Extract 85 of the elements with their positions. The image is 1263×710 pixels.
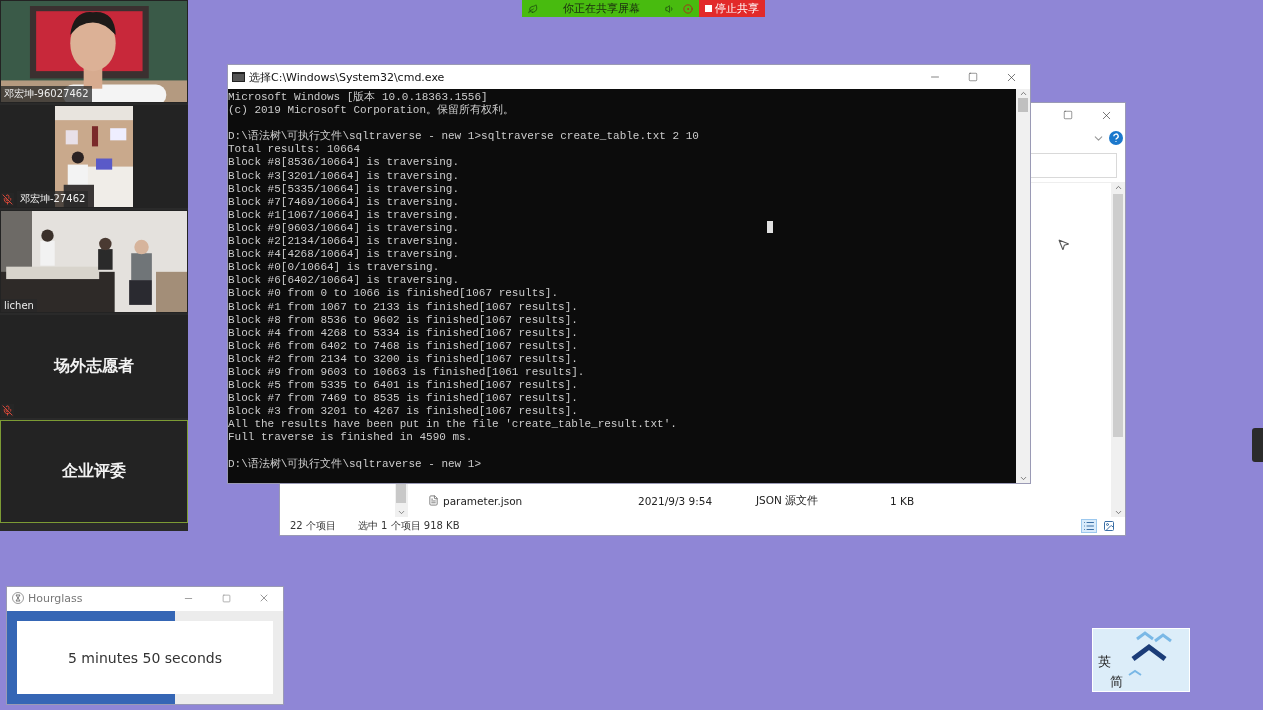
console-line: Block #1[1067/10664] is traversing. <box>228 208 460 222</box>
muted-mic-icon <box>2 405 13 416</box>
maximize-icon <box>1063 110 1073 120</box>
console-line: Block #9 from 9603 to 10663 is finished[1061 results]. <box>228 365 585 380</box>
console-line: Block #1 from 1067 to 2133 is finished[1067 results]. <box>228 300 578 314</box>
scrollbar[interactable] <box>395 483 407 517</box>
console-line: (c) 2019 Microsoft Corporation。保留所有权利。 <box>228 104 515 118</box>
stop-sharing-button[interactable]: 停止共享 <box>699 0 765 17</box>
console-line: Block #4 from 4268 to 5334 is finished[1067 results]. <box>228 326 578 340</box>
muted-mic-icon <box>2 193 13 205</box>
participant-tile[interactable]: 企业评委 <box>0 420 188 523</box>
scroll-thumb[interactable] <box>1113 194 1123 437</box>
console-line: Block #6[6402/10664] is traversing. <box>228 274 460 288</box>
participant-tile[interactable]: 邓宏坤-96027462 <box>0 0 188 103</box>
console-line: D:\语法树\可执行文件\sqltraverse - new 1> <box>228 457 482 471</box>
leaf-icon <box>528 3 538 14</box>
record-icon[interactable] <box>683 3 693 14</box>
help-icon[interactable] <box>1109 131 1123 145</box>
chevron-down-icon <box>396 508 406 517</box>
console-line: Block #7[7469/10664] is traversing. <box>228 195 460 209</box>
file-type: JSON 源文件 <box>756 493 820 508</box>
console-line: Block #3[3201/10664] is traversing. <box>228 169 460 183</box>
scroll-thumb[interactable] <box>1018 98 1028 112</box>
file-date: 2021/9/3 9:54 <box>638 494 714 507</box>
speaker-icon[interactable] <box>665 3 675 14</box>
input-mode: 英 <box>1098 653 1112 671</box>
console-line: Block #4[4268/10664] is traversing. <box>228 248 460 262</box>
console-line: Block #0[0/10664] is traversing. <box>228 261 440 275</box>
file-size: 1 KB <box>890 494 916 507</box>
console-line: All the results have been put in the file 'create_table_result.txt'. <box>228 418 677 432</box>
chevron-up-icon <box>1113 183 1123 192</box>
participant-name: 邓宏坤-27462 <box>17 191 89 207</box>
scrollbar[interactable] <box>1111 183 1125 517</box>
chevron-down-icon <box>1018 474 1028 483</box>
file-icon <box>428 495 439 506</box>
file-row[interactable]: parameter.json 2021/9/3 9:54 JSON 源文件 1 KB <box>408 492 1111 509</box>
participant-name: 企业评委 <box>62 461 126 482</box>
list-icon <box>1083 520 1095 532</box>
console-line: Block #0 from 0 to 1066 is finished[1067 results]. <box>228 287 559 301</box>
time-remaining: 5 minutes 50 seconds <box>68 649 222 666</box>
participant-tile[interactable]: 场外志愿者 <box>0 315 188 418</box>
console-line: Block #3 from 3201 to 4267 is finished[1067 results]. <box>228 405 578 419</box>
maximize-icon <box>968 72 978 82</box>
square-icon <box>705 5 712 12</box>
console-line: Block #5[5335/10664] is traversing. <box>228 182 460 196</box>
console-line: Microsoft Windows [版本 10.0.18363.1556] <box>228 91 488 104</box>
participant-name: 场外志愿者 <box>54 356 134 377</box>
console-line: Block #2[2134/10664] is traversing. <box>228 235 460 249</box>
participant-tile[interactable]: 邓宏坤-27462 <box>0 105 188 208</box>
console-line: D:\语法树\可执行文件\sqltraverse - new 1>sqltraverse create_table.txt 2 10 <box>228 130 699 144</box>
window-title: 选择C:\Windows\System32\cmd.exe <box>248 69 446 85</box>
participant-name: 邓宏坤-96027462 <box>1 86 92 102</box>
hourglass-icon <box>12 592 24 604</box>
item-count: 22 个项目 <box>290 519 336 533</box>
participant-tile[interactable]: lichen <box>0 210 188 313</box>
mouse-pointer-icon <box>1057 238 1070 251</box>
thumbnail-view-button[interactable] <box>1101 519 1117 533</box>
side-handle[interactable] <box>1252 428 1263 462</box>
console-line: Block #2 from 2134 to 3200 is finished[1067 results]. <box>228 352 578 366</box>
file-name: parameter.json <box>443 494 523 507</box>
participant-name: lichen <box>1 299 37 312</box>
script-mode: 简 <box>1109 673 1123 691</box>
console-line: Total results: 10664 <box>228 143 361 157</box>
input-method-indicator[interactable]: 英 简 <box>1092 628 1190 692</box>
console-icon <box>232 72 245 82</box>
console-line: Block #5 from 5335 to 6401 is finished[1067 results]. <box>228 379 578 393</box>
maximize-icon <box>221 593 231 603</box>
console-line: Block #8[8536/10664] is traversing. <box>228 156 460 170</box>
sharing-status: 你正在共享屏幕 <box>562 1 641 16</box>
details-view-button[interactable] <box>1081 519 1097 533</box>
close-icon <box>258 592 270 604</box>
window-title: Hourglass <box>27 591 84 605</box>
console-line: Full traverse is finished in 4590 ms. <box>228 431 473 445</box>
chevron-up-icon <box>1018 89 1028 98</box>
console-line: Block #8 from 8536 to 9602 is finished[1067 results]. <box>228 313 578 327</box>
text-cursor <box>767 221 773 233</box>
scrollbar[interactable] <box>1016 89 1030 483</box>
scroll-thumb[interactable] <box>396 483 406 503</box>
console-line: Block #7 from 7469 to 8535 is finished[1067 results]. <box>228 392 578 406</box>
console-line: Block #9[9603/10664] is traversing. <box>228 221 460 236</box>
selection-info: 选中 1 个项目 918 KB <box>357 519 460 533</box>
search-field[interactable] <box>1029 153 1117 178</box>
console-line: Block #6 from 6402 to 7468 is finished[1067 results]. <box>228 339 578 353</box>
image-icon <box>1103 520 1115 532</box>
chevron-down-icon <box>1113 508 1123 517</box>
